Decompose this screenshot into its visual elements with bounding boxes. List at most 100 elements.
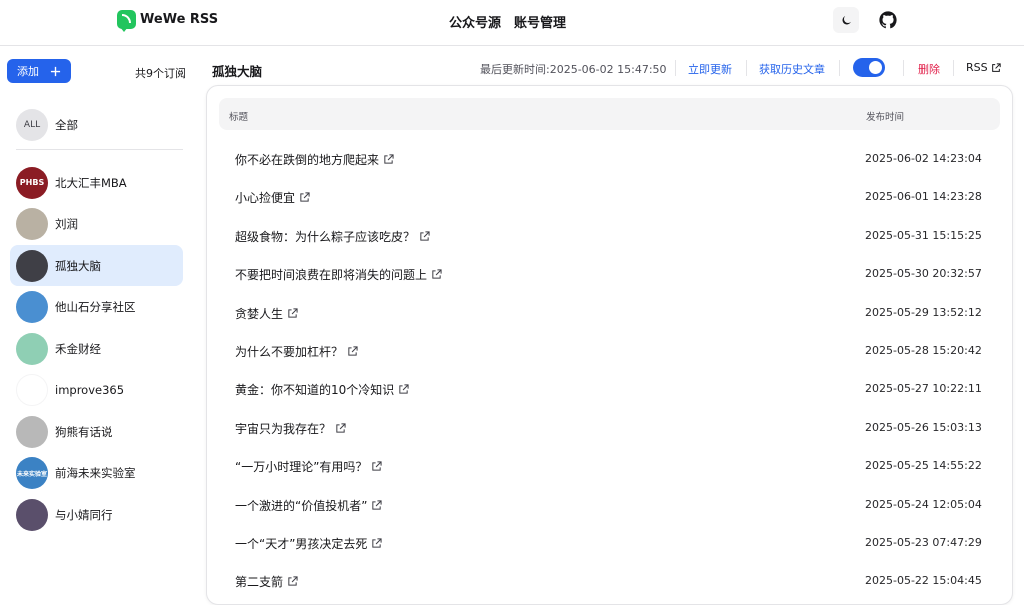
- article-link[interactable]: “一万小时理论”有用吗？: [235, 458, 383, 475]
- publish-time: 2025-05-27 10:22:11: [865, 382, 982, 396]
- avatar: [16, 249, 48, 282]
- avatar: [16, 498, 48, 531]
- article-link[interactable]: 一个激进的“价值投机者”: [235, 497, 383, 514]
- sidebar-feed-item[interactable]: 禾金财经: [10, 328, 183, 369]
- fetch-history-button[interactable]: 获取历史文章: [759, 61, 825, 77]
- table-row: 贪婪人生 2025-05-29 13:52:12: [235, 294, 995, 332]
- external-link-icon: [432, 269, 442, 279]
- article-link[interactable]: 一个“天才”男孩决定去死: [235, 535, 383, 552]
- table-row: 第二支箭 2025-05-22 15:04:45: [235, 562, 995, 600]
- avatar-badge: 未来实验室: [16, 470, 47, 478]
- publish-time: 2025-06-02 14:23:04: [865, 152, 982, 165]
- publish-time: 2025-05-30 20:32:57: [865, 267, 982, 281]
- external-link-icon: [288, 576, 298, 587]
- last-updated: 最后更新时间:2025-06-02 15:47:50: [480, 63, 667, 76]
- external-link-icon: [336, 423, 346, 433]
- divider: [903, 60, 904, 76]
- article-title: 贪婪人生: [235, 306, 284, 321]
- update-now-button[interactable]: 立即更新: [688, 61, 732, 77]
- sidebar-feed-item[interactable]: 他山石分享社区: [10, 287, 183, 328]
- sidebar: 添加 共9个订阅 ALL 全部 PHBS 北大汇丰MBA 刘润 孤独大脑 他山石分享社区…: [0, 47, 198, 598]
- divider: [839, 60, 840, 76]
- brand[interactable]: WeWe RSS: [117, 10, 218, 32]
- publish-time: 2025-05-25 14:55:22: [865, 459, 982, 473]
- divider: [953, 60, 954, 76]
- publish-time: 2025-05-31 15:15:25: [865, 228, 982, 242]
- article-link[interactable]: 小心捡便宜: [235, 189, 310, 206]
- sidebar-feed-item[interactable]: 与小婧同行: [10, 494, 183, 535]
- sidebar-item-all[interactable]: ALL 全部: [10, 104, 183, 145]
- feed-header: 孤独大脑 最后更新时间:2025-06-02 15:47:50 立即更新 获取历…: [198, 47, 1024, 87]
- publish-time: 2025-05-22 15:04:45: [865, 574, 982, 588]
- sidebar-item-label: 全部: [55, 117, 78, 132]
- github-button[interactable]: [875, 7, 901, 33]
- external-link-icon: [288, 308, 298, 318]
- table-row: 不要把时间浪费在即将消失的问题上 2025-05-30 20:32:57: [235, 255, 995, 293]
- rss-link[interactable]: RSS: [966, 61, 1001, 74]
- article-title: 第二支箭: [235, 575, 284, 590]
- article-link[interactable]: 超级食物：为什么粽子应该吃皮？: [235, 228, 430, 245]
- table-row: “一万小时理论”有用吗？ 2025-05-25 14:55:22: [235, 447, 995, 485]
- main-nav: 公众号源 账号管理: [449, 12, 566, 31]
- article-title: 黄金：你不知道的10个冷知识: [235, 383, 395, 398]
- feed-enabled-toggle[interactable]: [853, 58, 885, 77]
- avatar: [16, 415, 48, 448]
- external-link-icon: [399, 384, 409, 395]
- article-link[interactable]: 贪婪人生: [235, 305, 298, 322]
- avatar: ALL: [16, 108, 48, 141]
- sidebar-feed-item[interactable]: 刘润: [10, 204, 183, 245]
- external-link-icon: [372, 461, 383, 471]
- publish-time: 2025-05-26 15:03:13: [865, 420, 982, 434]
- feed-title: 孤独大脑: [212, 64, 263, 79]
- article-link[interactable]: 为什么不要加杠杆？: [235, 343, 358, 360]
- sidebar-feed-item[interactable]: PHBS 北大汇丰MBA: [10, 162, 183, 203]
- publish-time: 2025-05-24 12:05:04: [865, 497, 982, 511]
- sidebar-feed-item[interactable]: 孤独大脑: [10, 245, 183, 286]
- nav-feeds[interactable]: 公众号源: [449, 12, 501, 31]
- article-link[interactable]: 宇宙只为我存在？: [235, 420, 346, 437]
- article-title: 小心捡便宜: [235, 191, 296, 206]
- sidebar-item-label: 孤独大脑: [55, 258, 101, 273]
- publish-time: 2025-05-28 15:20:42: [865, 344, 982, 357]
- external-link-icon: [348, 346, 358, 356]
- external-link-icon: [420, 231, 430, 241]
- article-title: 不要把时间浪费在即将消失的问题上: [235, 268, 428, 283]
- table-row: 黄金：你不知道的10个冷知识 2025-05-27 10:22:11: [235, 370, 995, 408]
- external-link-icon: [384, 154, 394, 164]
- column-title: 标题: [229, 112, 249, 123]
- sidebar-feed-item[interactable]: 狗熊有话说: [10, 411, 183, 452]
- sidebar-feed-item[interactable]: 未来实验室 前海未来实验室: [10, 453, 183, 494]
- nav-accounts[interactable]: 账号管理: [514, 12, 566, 31]
- table-row: 你不必在跌倒的地方爬起来 2025-06-02 14:23:04: [235, 140, 995, 178]
- article-title: “一万小时理论”有用吗？: [235, 460, 368, 475]
- article-link[interactable]: 不要把时间浪费在即将消失的问题上: [235, 266, 442, 283]
- sidebar-item-label: 禾金财经: [55, 341, 101, 356]
- external-link-icon: [300, 192, 310, 203]
- theme-toggle-button[interactable]: [833, 7, 859, 33]
- divider: [746, 60, 747, 76]
- article-title: 一个激进的“价值投机者”: [235, 498, 368, 513]
- plus-icon: [50, 66, 61, 76]
- table-row: 为什么不要加杠杆？ 2025-05-28 15:20:42: [235, 332, 995, 370]
- article-link[interactable]: 第二支箭: [235, 573, 298, 590]
- articles-panel: 标题 发布时间 你不必在跌倒的地方爬起来 2025-06-02 14:23:04 小…: [206, 85, 1013, 605]
- sidebar-feed-item[interactable]: improve365: [10, 370, 183, 411]
- publish-time: 2025-05-23 07:47:29: [865, 536, 982, 549]
- article-link[interactable]: 你不必在跌倒的地方爬起来: [235, 151, 394, 168]
- table-row: 一个“天才”男孩决定去死 2025-05-23 07:47:29: [235, 524, 995, 562]
- sidebar-item-label: 他山石分享社区: [55, 300, 136, 314]
- delete-button[interactable]: 删除: [918, 61, 940, 77]
- sidebar-item-label: 前海未来实验室: [55, 466, 136, 480]
- top-bar: WeWe RSS 公众号源 账号管理: [0, 0, 1024, 46]
- add-label: 添加: [17, 65, 39, 78]
- divider: [16, 149, 183, 150]
- sidebar-item-label: 北大汇丰MBA: [55, 175, 127, 190]
- article-link[interactable]: 黄金：你不知道的10个冷知识: [235, 381, 409, 398]
- add-feed-button[interactable]: 添加: [7, 59, 71, 83]
- sidebar-item-label: 与小婧同行: [55, 507, 113, 522]
- publish-time: 2025-06-01 14:23:28: [865, 190, 982, 204]
- publish-time: 2025-05-29 13:52:12: [865, 305, 982, 319]
- rss-label: RSS: [966, 61, 988, 74]
- avatar-badge: PHBS: [19, 178, 45, 187]
- external-link-icon: [372, 538, 383, 548]
